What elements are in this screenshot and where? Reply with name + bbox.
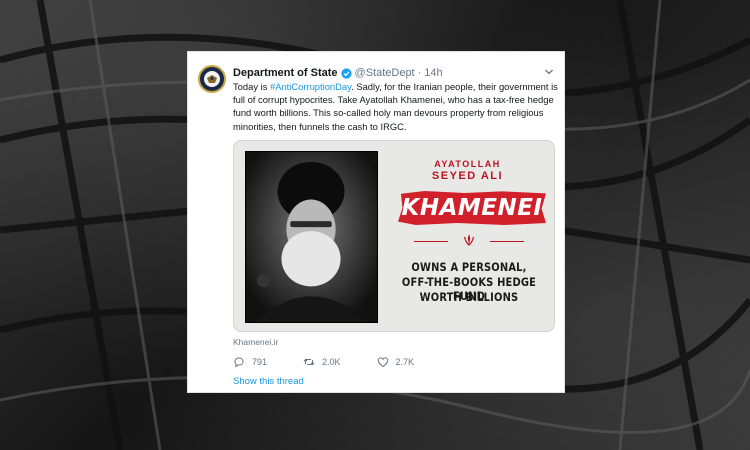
like-button[interactable]: 2.7K [377,356,415,368]
divider-left [414,241,448,242]
portrait-photo [245,151,378,323]
avatar[interactable] [198,65,226,93]
chevron-down-icon[interactable] [544,67,554,77]
tweet-text: Today is #AntiCorruptionDay. Sadly, for … [233,80,558,133]
tweet-card[interactable]: Department of State @StateDept · 14h Tod… [187,51,565,393]
reply-icon [234,357,244,368]
like-icon [377,357,388,368]
handle[interactable]: @StateDept [355,67,415,79]
media-source: Khamenei.ir [233,337,279,347]
divider-right [490,241,524,242]
tweet-header: Department of State @StateDept · 14h [233,65,554,81]
separator: · [417,67,422,79]
tweet-text-intro: Today is [233,81,270,92]
seal-avatar-icon [204,71,220,87]
show-thread-link[interactable]: Show this thread [233,376,304,387]
title-line-2: SEYED ALI [431,170,504,182]
name-banner: KHAMENEI [398,191,546,225]
reply-count: 791 [252,357,268,367]
title-line-1: AYATOLLAH [434,159,501,169]
display-name[interactable]: Department of State [233,67,338,79]
retweet-button[interactable]: 2.0K [303,356,341,368]
hashtag-link[interactable]: #AntiCorruptionDay [270,81,351,92]
claim-line-3: WORTH BILLIONS [419,290,519,304]
name-text: KHAMENEI [401,195,543,221]
like-count: 2.7K [395,357,415,367]
emblem-icon [463,234,475,246]
reply-button[interactable]: 791 [233,356,267,368]
retweet-count: 2.0K [322,357,341,367]
retweet-icon [303,358,315,366]
tweet-actions: 791 2.0K 2.7K [233,355,450,369]
media-image[interactable]: AYATOLLAH SEYED ALI KHAMENEI OWNS A PERS… [233,140,555,332]
verified-badge-icon [340,67,352,79]
timestamp[interactable]: 14h [424,67,442,79]
claim-line-1: OWNS A PERSONAL, [411,260,527,274]
